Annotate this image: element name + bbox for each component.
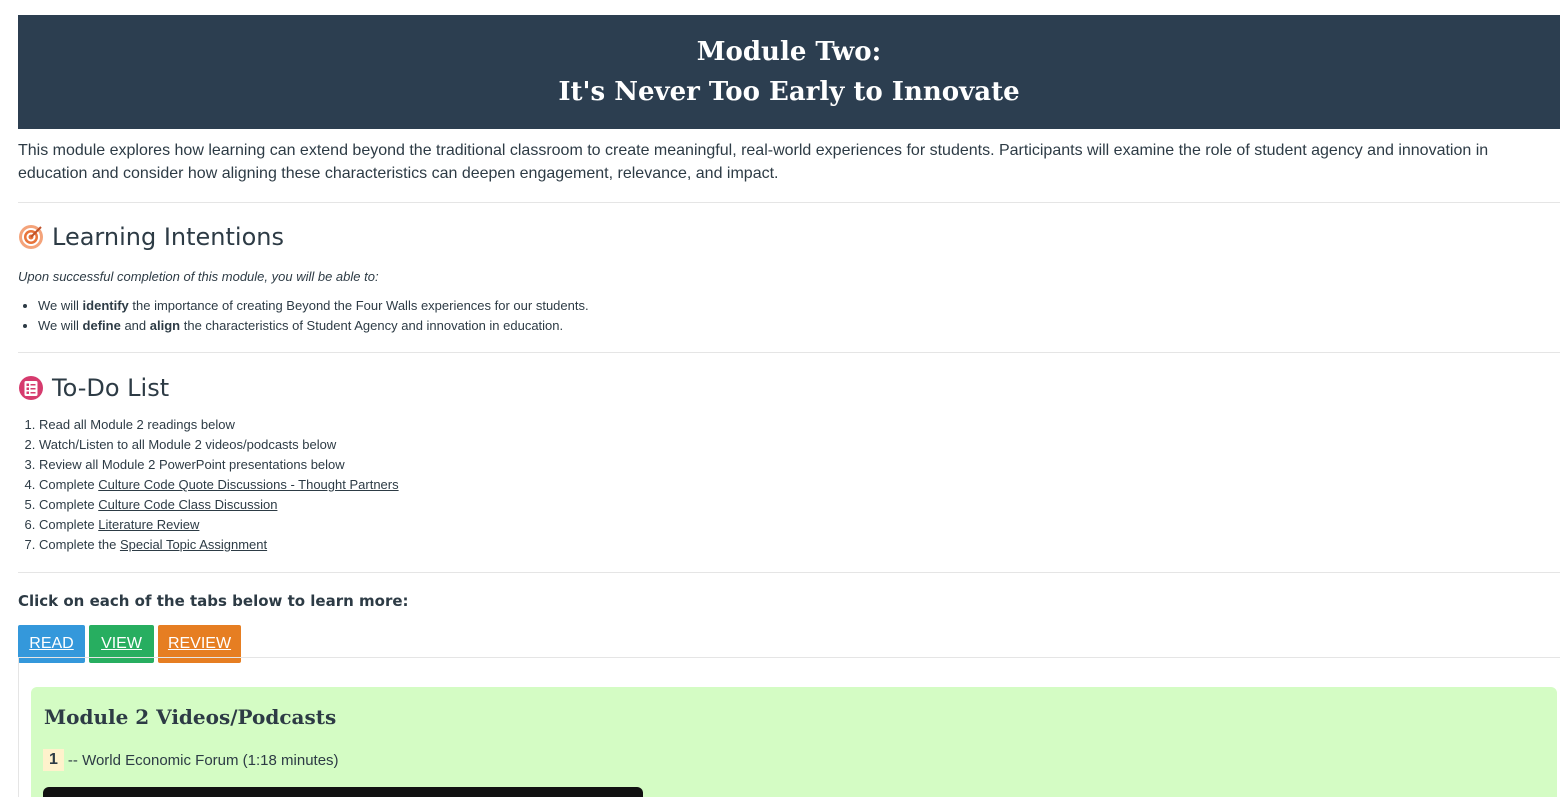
special-topic-assignment-link[interactable]: Special Topic Assignment xyxy=(120,537,267,552)
learning-intentions-heading: Learning Intentions xyxy=(18,221,1560,253)
todo-list: Read all Module 2 readings below Watch/L… xyxy=(18,415,1560,555)
learning-intentions-note: Upon successful completion of this modul… xyxy=(18,269,379,284)
list-item: We will define and align the characteris… xyxy=(38,316,1560,336)
tabs-prompt: Click on each of the tabs below to learn… xyxy=(18,592,409,610)
learning-intentions-list: We will identify the importance of creat… xyxy=(18,296,1560,336)
video-item-1-label: -- World Economic Forum (1:18 minutes) xyxy=(67,751,339,769)
video-player[interactable] xyxy=(43,787,643,797)
banner-title-line2: It's Never Too Early to Innovate xyxy=(558,77,1020,107)
video-item-1: 1 -- World Economic Forum (1:18 minutes) xyxy=(43,749,339,771)
todo-item-4: Complete Culture Code Quote Discussions … xyxy=(39,475,1560,495)
checklist-icon xyxy=(18,375,44,401)
video-number-badge: 1 xyxy=(43,749,64,771)
todo-item-3: Review all Module 2 PowerPoint presentat… xyxy=(39,455,1560,475)
videos-panel-title: Module 2 Videos/Podcasts xyxy=(44,705,337,729)
learning-intentions-title: Learning Intentions xyxy=(52,223,284,251)
page-content: Module Two: It's Never Too Early to Inno… xyxy=(18,15,1560,663)
todo-heading: To-Do List xyxy=(18,372,1560,404)
divider xyxy=(18,572,1560,573)
banner-title-line1: Module Two: xyxy=(696,37,882,67)
todo-item-7: Complete the Special Topic Assignment xyxy=(39,535,1560,555)
todo-title: To-Do List xyxy=(52,374,170,402)
literature-review-link[interactable]: Literature Review xyxy=(98,517,199,532)
tab-panel: Module 2 Videos/Podcasts 1 -- World Econ… xyxy=(18,657,1560,797)
module-banner: Module Two: It's Never Too Early to Inno… xyxy=(18,15,1560,129)
todo-item-1: Read all Module 2 readings below xyxy=(39,415,1560,435)
todo-item-2: Watch/Listen to all Module 2 videos/podc… xyxy=(39,435,1560,455)
divider xyxy=(18,352,1560,353)
target-icon xyxy=(18,224,44,250)
videos-panel: Module 2 Videos/Podcasts 1 -- World Econ… xyxy=(31,687,1557,797)
divider xyxy=(18,202,1560,203)
culture-code-class-discussion-link[interactable]: Culture Code Class Discussion xyxy=(98,497,277,512)
list-item: We will identify the importance of creat… xyxy=(38,296,1560,316)
todo-item-5: Complete Culture Code Class Discussion xyxy=(39,495,1560,515)
todo-item-6: Complete Literature Review xyxy=(39,515,1560,535)
culture-code-quote-discussions-link[interactable]: Culture Code Quote Discussions - Thought… xyxy=(98,477,398,492)
module-intro: This module explores how learning can ex… xyxy=(18,142,1489,182)
